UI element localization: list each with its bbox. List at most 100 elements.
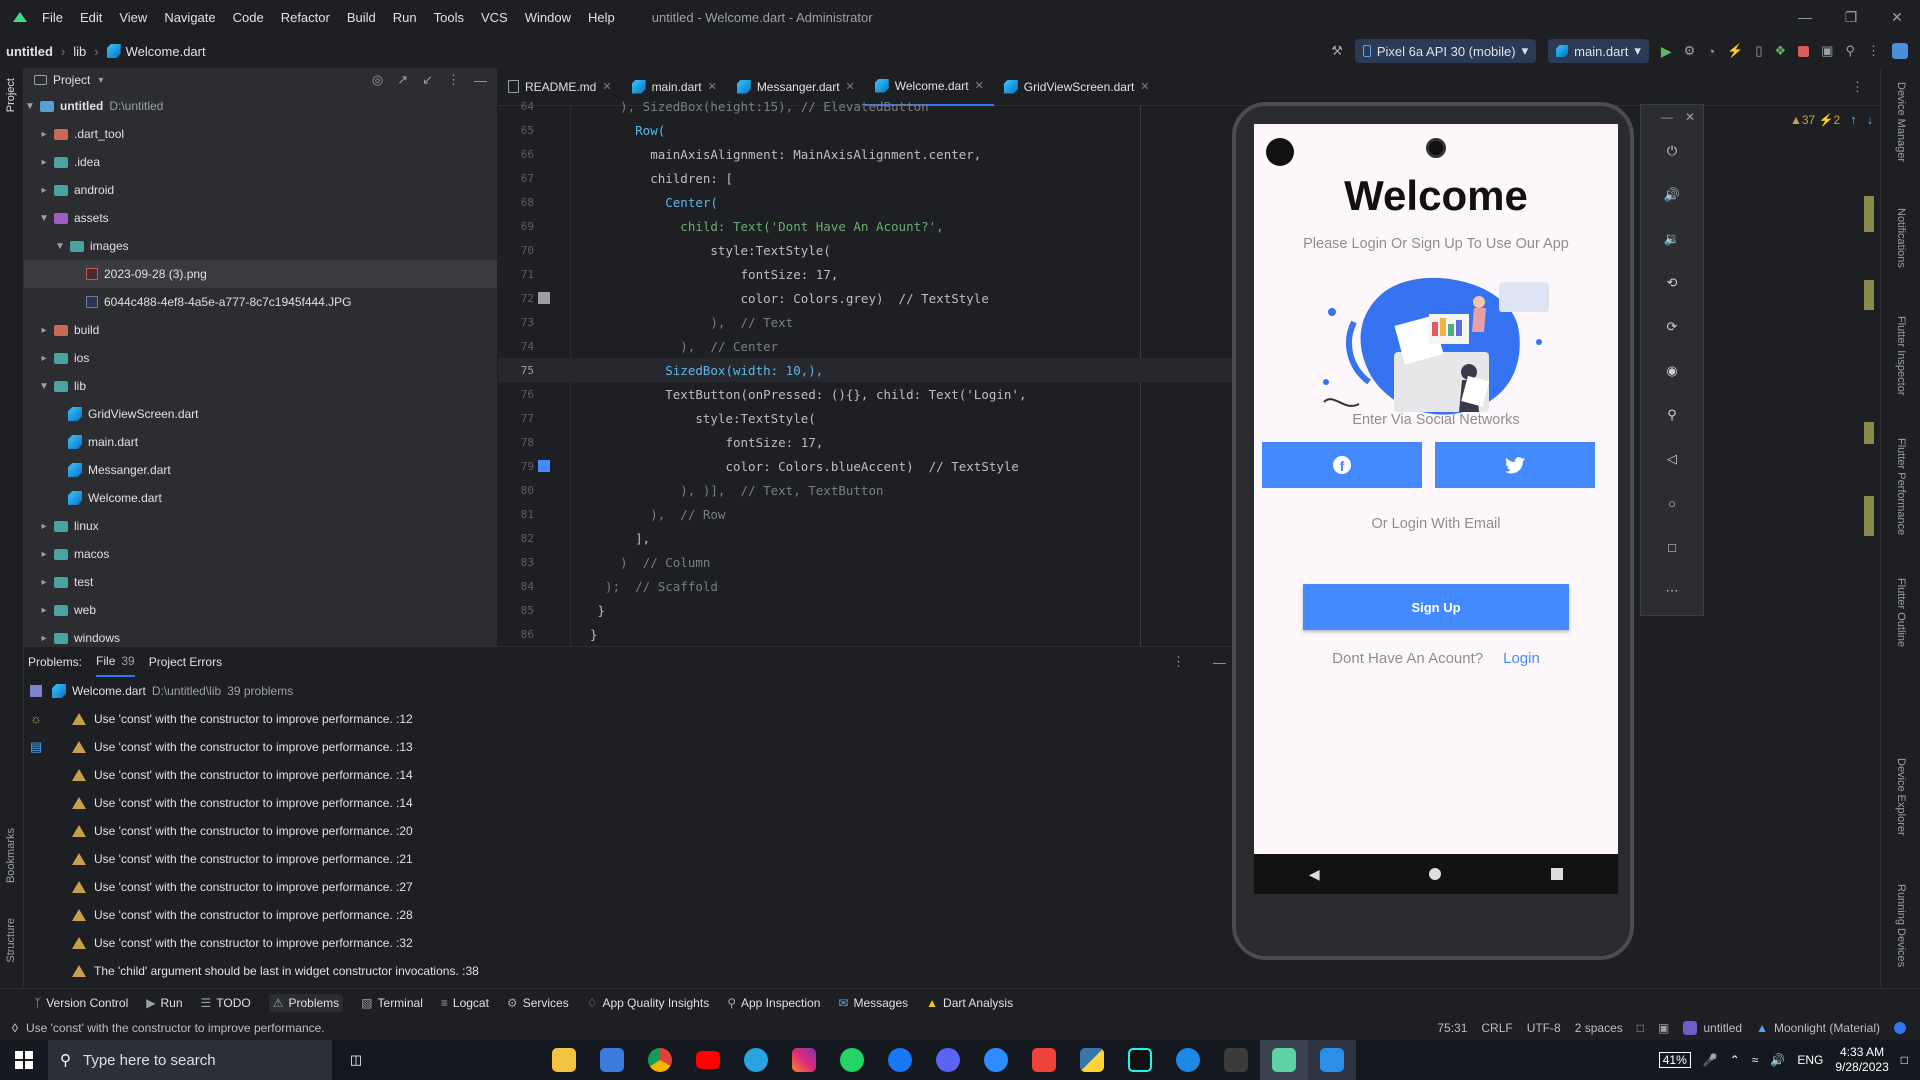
tree-item-folder[interactable]: ▼ lib <box>24 372 497 400</box>
rotate-left-icon[interactable]: ⟲ <box>1641 261 1703 305</box>
menu-edit[interactable]: Edit <box>80 10 102 25</box>
app-quality-insights-tab[interactable]: ♢ App Quality Insights <box>587 996 710 1010</box>
twitter-button[interactable] <box>1435 442 1595 488</box>
tree-item-folder[interactable]: ▸ android <box>24 176 497 204</box>
flutter-app-icon[interactable] <box>1308 1040 1356 1080</box>
services-tab[interactable]: ⚙ Services <box>507 996 569 1010</box>
menu-navigate[interactable]: Navigate <box>164 10 215 25</box>
microphone-icon[interactable]: 🎤 <box>1703 1053 1718 1067</box>
menu-vcs[interactable]: VCS <box>481 10 508 25</box>
restore-icon[interactable]: ❐ <box>1828 9 1874 26</box>
device-selector[interactable]: Pixel 6a API 30 (mobile) ▾ <box>1354 39 1537 63</box>
anydesk-icon[interactable] <box>1020 1040 1068 1080</box>
chevron-down-icon[interactable]: ▼ <box>54 241 66 252</box>
chrome-icon[interactable] <box>636 1040 684 1080</box>
tree-item-image[interactable]: 6044c488-4ef8-4a5e-a777-8c7c1945f444.JPG <box>24 288 497 316</box>
problem-item[interactable]: Use 'const' with the constructor to impr… <box>24 929 1238 957</box>
breadcrumb-project[interactable]: untitled <box>6 44 53 59</box>
terminal-tab[interactable]: ▧ Terminal <box>361 996 423 1010</box>
sign-up-button[interactable]: Sign Up <box>1303 584 1569 630</box>
project-tool-window-tab[interactable]: Project <box>5 78 17 112</box>
tree-item-folder[interactable]: ▸ build <box>24 316 497 344</box>
chevron-right-icon[interactable]: ▸ <box>38 577 50 588</box>
flutter-outline-tab[interactable]: Flutter Outline <box>1895 578 1907 647</box>
minimize-icon[interactable]: — <box>1782 9 1828 25</box>
minimize-icon[interactable]: — <box>1661 110 1673 124</box>
battery-indicator[interactable]: 41% <box>1658 1052 1691 1068</box>
options-icon[interactable]: ⋮ <box>447 72 460 88</box>
line-separator[interactable]: CRLF <box>1481 1021 1512 1035</box>
python-icon[interactable] <box>1068 1040 1116 1080</box>
menu-window[interactable]: Window <box>525 10 571 25</box>
problems-tab[interactable]: ⚠ Problems <box>268 993 344 1012</box>
instagram-icon[interactable] <box>780 1040 828 1080</box>
inspection-widget[interactable]: ▲37 ⚡2 ↑ ↓ <box>1790 112 1873 127</box>
close-tab-icon[interactable]: ✕ <box>602 80 611 93</box>
file-encoding[interactable]: UTF-8 <box>1527 1021 1561 1035</box>
close-tab-icon[interactable]: ✕ <box>708 80 717 93</box>
hide-panel-icon[interactable]: — <box>1213 655 1226 670</box>
language-indicator[interactable]: ENG <box>1797 1053 1823 1067</box>
project-view-selector[interactable]: Project <box>53 73 90 87</box>
problem-item[interactable]: Use 'const' with the constructor to impr… <box>24 761 1238 789</box>
more-icon[interactable]: ⋮ <box>1867 43 1880 59</box>
structure-tool-window-tab[interactable]: Structure <box>5 918 17 963</box>
messages-tab[interactable]: ✉ Messages <box>838 996 908 1010</box>
chevron-right-icon[interactable]: ▸ <box>38 129 50 140</box>
recents-icon[interactable] <box>1551 868 1564 880</box>
close-icon[interactable]: ✕ <box>1874 9 1920 26</box>
tree-item-folder[interactable]: ▸ macos <box>24 540 497 568</box>
device-explorer-tab[interactable]: Device Explorer <box>1895 758 1907 836</box>
tree-item-folder[interactable]: ▼ images <box>24 232 497 260</box>
profile-icon[interactable]: ◔ <box>1707 44 1715 59</box>
flutter-performance-tab[interactable]: Flutter Performance <box>1895 438 1907 535</box>
notifications-icon[interactable]: □ <box>1901 1053 1908 1067</box>
chevron-right-icon[interactable]: ▸ <box>38 633 50 644</box>
project-indicator[interactable]: untitled <box>1683 1021 1742 1035</box>
notifications-tab[interactable]: Notifications <box>1895 208 1907 268</box>
bookmarks-tool-window-tab[interactable]: Bookmarks <box>5 828 17 883</box>
run-config-selector[interactable]: main.dart ▾ <box>1548 39 1649 63</box>
store-icon[interactable] <box>588 1040 636 1080</box>
device-mirror-icon[interactable]: ▯ <box>1755 43 1762 59</box>
menu-tools[interactable]: Tools <box>434 10 464 25</box>
code-editor[interactable]: 64 ), SizedBox(height:15), // ElevatedBu… <box>498 99 1238 646</box>
tree-item-folder[interactable]: ▸ web <box>24 596 497 624</box>
close-tab-icon[interactable]: ✕ <box>975 79 984 92</box>
whatsapp-icon[interactable] <box>828 1040 876 1080</box>
chevron-right-icon[interactable]: ▸ <box>38 521 50 532</box>
attach-debugger-icon[interactable]: ❖ <box>1775 43 1787 59</box>
memory-icon[interactable]: ▣ <box>1658 1021 1669 1035</box>
tree-item-dart[interactable]: GridViewScreen.dart <box>24 400 497 428</box>
menu-refactor[interactable]: Refactor <box>281 10 330 25</box>
running-devices-tab[interactable]: Running Devices <box>1895 884 1907 967</box>
caret-position[interactable]: 75:31 <box>1437 1021 1467 1035</box>
unity-icon[interactable] <box>1212 1040 1260 1080</box>
more-icon[interactable]: ⋯ <box>1641 569 1703 613</box>
file-explorer-icon[interactable] <box>540 1040 588 1080</box>
chevron-down-icon[interactable]: ▼ <box>38 381 50 392</box>
problem-item[interactable]: Use 'const' with the constructor to impr… <box>24 845 1238 873</box>
problem-item[interactable]: Use 'const' with the constructor to impr… <box>24 873 1238 901</box>
tree-item-folder[interactable]: ▸ linux <box>24 512 497 540</box>
chevron-down-icon[interactable]: ▼ <box>38 213 50 224</box>
chevron-right-icon[interactable]: ▸ <box>38 549 50 560</box>
device-manager-tab[interactable]: Device Manager <box>1895 82 1907 162</box>
stop-icon[interactable] <box>1798 45 1810 57</box>
facebook-button[interactable]: f <box>1262 442 1422 488</box>
lightbulb-icon[interactable]: ☼ <box>30 711 42 726</box>
volume-down-icon[interactable]: 🔉 <box>1641 217 1703 261</box>
logcat-tab[interactable]: ≡ Logcat <box>441 996 489 1010</box>
menu-help[interactable]: Help <box>588 10 615 25</box>
indent-setting[interactable]: 2 spaces <box>1575 1021 1623 1035</box>
hide-panel-icon[interactable]: — <box>474 73 487 88</box>
taskbar-search[interactable]: ⚲ Type here to search <box>48 1040 332 1080</box>
tree-item-folder[interactable]: ▸ test <box>24 568 497 596</box>
problem-item[interactable]: Use 'const' with the constructor to impr… <box>24 817 1238 845</box>
windows-start-icon[interactable] <box>0 1040 48 1080</box>
tiktok-icon[interactable] <box>1116 1040 1164 1080</box>
home-icon[interactable]: ○ <box>1641 481 1703 525</box>
chevron-right-icon[interactable]: ▸ <box>38 157 50 168</box>
chevron-down-icon[interactable]: ▼ <box>24 101 36 112</box>
tree-item-folder[interactable]: ▸ ios <box>24 344 497 372</box>
